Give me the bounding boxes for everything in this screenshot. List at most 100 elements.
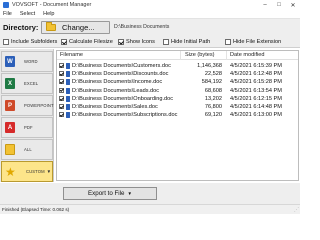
chevron-down-icon: ▼ <box>127 191 132 196</box>
doc-file-icon <box>66 87 70 94</box>
doc-file-icon <box>66 79 70 86</box>
all-filter-button[interactable]: ALL <box>1 139 53 160</box>
hide-initial-path-label: Hide Initial Path <box>171 39 211 45</box>
show-icons-option[interactable]: Show Icons <box>118 39 155 45</box>
excel-filter-button[interactable]: X EXCEL <box>1 73 53 94</box>
filename-cell: D:\Business Documents\Sales.doc <box>72 104 158 110</box>
bottom-bar: Export to File ▼ <box>0 183 300 204</box>
size-cell: 76,800 <box>204 104 222 110</box>
excel-filter-label: EXCEL <box>24 81 39 86</box>
column-filename[interactable]: Filename <box>60 52 83 58</box>
date-cell: 4/5/2021 6:15:39 PM <box>230 63 282 69</box>
date-cell: 4/5/2021 6:13:00 PM <box>230 112 282 119</box>
minimize-button[interactable]: – <box>258 0 272 10</box>
doc-file-icon <box>66 95 70 102</box>
show-icons-checkbox[interactable] <box>118 39 124 45</box>
doc-file-icon <box>66 112 70 119</box>
file-list[interactable]: Filename Size (bytes) Date modified D:\B… <box>56 50 299 181</box>
size-cell: 69,120 <box>204 112 222 119</box>
all-filter-label: ALL <box>24 147 32 152</box>
app-icon <box>3 2 9 8</box>
table-row[interactable]: D:\Business Documents\Onboarding.doc 13,2… <box>57 95 298 103</box>
date-cell: 4/5/2021 6:14:48 PM <box>230 104 282 110</box>
status-bar: Finished (Elapsed Time: 0.062 s) ⋰ <box>0 204 300 214</box>
table-row[interactable]: D:\Business Documents\Discounts.doc 22,52… <box>57 70 298 78</box>
size-cell: 22,528 <box>204 71 222 78</box>
word-filter-label: WORD <box>24 59 38 64</box>
table-row[interactable]: D:\Business Documents\Leads.doc 68,608 4/5… <box>57 87 298 95</box>
calculate-filesize-label: Calculate Filesize <box>69 39 113 45</box>
filename-cell: D:\Business Documents\Income.doc <box>72 79 163 86</box>
filename-cell: D:\Business Documents\Discounts.doc <box>72 71 169 78</box>
table-row[interactable]: D:\Business Documents\Income.doc 584,192 4… <box>57 78 298 86</box>
date-cell: 4/5/2021 6:15:28 PM <box>230 79 282 86</box>
row-checkbox[interactable] <box>59 95 64 101</box>
change-directory-button[interactable]: Change... <box>41 21 110 34</box>
size-cell: 68,608 <box>204 87 222 94</box>
maximize-button[interactable]: □ <box>272 0 286 10</box>
chevron-down-icon: ▼ <box>46 169 52 174</box>
word-filter-button[interactable]: W WORD <box>1 51 53 72</box>
row-checkbox[interactable] <box>59 112 64 118</box>
column-divider[interactable] <box>226 51 227 60</box>
include-subfolders-checkbox[interactable] <box>3 39 9 45</box>
row-checkbox[interactable] <box>59 63 64 68</box>
column-size[interactable]: Size (bytes) <box>185 52 215 58</box>
export-button-label: Export to File <box>88 190 125 197</box>
row-checkbox[interactable] <box>59 104 64 109</box>
filename-cell: D:\Business Documents\Subscriptions.doc <box>72 112 178 119</box>
pdf-icon: A <box>5 122 15 133</box>
powerpoint-icon: P <box>5 100 15 111</box>
column-date-modified[interactable]: Date modified <box>230 52 265 58</box>
custom-filter-button[interactable]: ★ CUSTOM ▼ <box>1 161 53 182</box>
column-divider[interactable] <box>180 51 181 60</box>
hide-initial-path-option[interactable]: Hide Initial Path <box>163 39 210 45</box>
calculate-filesize-checkbox[interactable] <box>61 39 67 45</box>
table-row[interactable]: D:\Business Documents\Subscriptions.doc 6… <box>57 111 298 119</box>
size-cell: 1,146,368 <box>197 63 222 69</box>
export-to-file-button[interactable]: Export to File ▼ <box>63 187 157 200</box>
custom-filter-label: CUSTOM <box>26 169 45 174</box>
filename-cell: D:\Business Documents\Leads.doc <box>72 87 160 94</box>
date-cell: 4/5/2021 6:13:54 PM <box>230 87 282 94</box>
include-subfolders-label: Include Subfolders <box>11 39 58 45</box>
table-row[interactable]: D:\Business Documents\Sales.doc 76,800 4/5… <box>57 103 298 111</box>
menu-select[interactable]: Select <box>20 11 35 17</box>
excel-icon: X <box>5 78 15 89</box>
close-button[interactable]: ✕ <box>286 0 300 10</box>
row-checkbox[interactable] <box>59 79 64 85</box>
date-cell: 4/5/2021 6:12:15 PM <box>230 95 282 102</box>
doc-file-icon <box>66 104 70 110</box>
status-text: Finished (Elapsed Time: 0.062 s) <box>2 207 70 212</box>
powerpoint-filter-label: POWERPOINT <box>24 103 54 108</box>
show-icons-label: Show Icons <box>126 39 155 45</box>
doc-file-icon <box>66 71 70 78</box>
hide-file-extension-checkbox[interactable] <box>225 39 231 45</box>
hide-initial-path-checkbox[interactable] <box>163 39 169 45</box>
row-checkbox[interactable] <box>59 87 64 93</box>
filename-cell: D:\Business Documents\Onboarding.doc <box>72 95 174 102</box>
change-button-label: Change... <box>62 23 95 32</box>
row-checkbox[interactable] <box>59 71 64 77</box>
resize-grip-icon[interactable]: ⋰ <box>294 207 299 213</box>
options-row: Include Subfolders Calculate Filesize Sh… <box>0 37 300 48</box>
size-cell: 13,202 <box>204 95 222 102</box>
window-title: VOVSOFT - Document Manager <box>12 2 92 8</box>
table-row[interactable]: D:\Business Documents\Customers.doc 1,146… <box>57 62 298 70</box>
file-list-header: Filename Size (bytes) Date modified <box>57 51 298 60</box>
hide-file-extension-option[interactable]: Hide File Extension <box>225 39 281 45</box>
pdf-filter-button[interactable]: A PDF <box>1 117 53 138</box>
menu-help[interactable]: Help <box>43 11 54 17</box>
hide-file-extension-label: Hide File Extension <box>233 39 282 45</box>
folder-icon <box>46 22 56 31</box>
word-icon: W <box>5 56 15 67</box>
size-cell: 584,192 <box>201 79 222 86</box>
calculate-filesize-option[interactable]: Calculate Filesize <box>61 39 113 45</box>
file-type-pane: W WORD X EXCEL P POWERPOINT A PDF ALL ★ … <box>0 49 54 182</box>
include-subfolders-option[interactable]: Include Subfolders <box>3 39 57 45</box>
powerpoint-filter-button[interactable]: P POWERPOINT <box>1 95 54 116</box>
menu-file[interactable]: File <box>3 11 12 17</box>
directory-label: Directory: <box>3 23 39 32</box>
directory-row: Directory: Change... D:\Business Documen… <box>0 19 300 37</box>
pdf-filter-label: PDF <box>24 125 33 130</box>
